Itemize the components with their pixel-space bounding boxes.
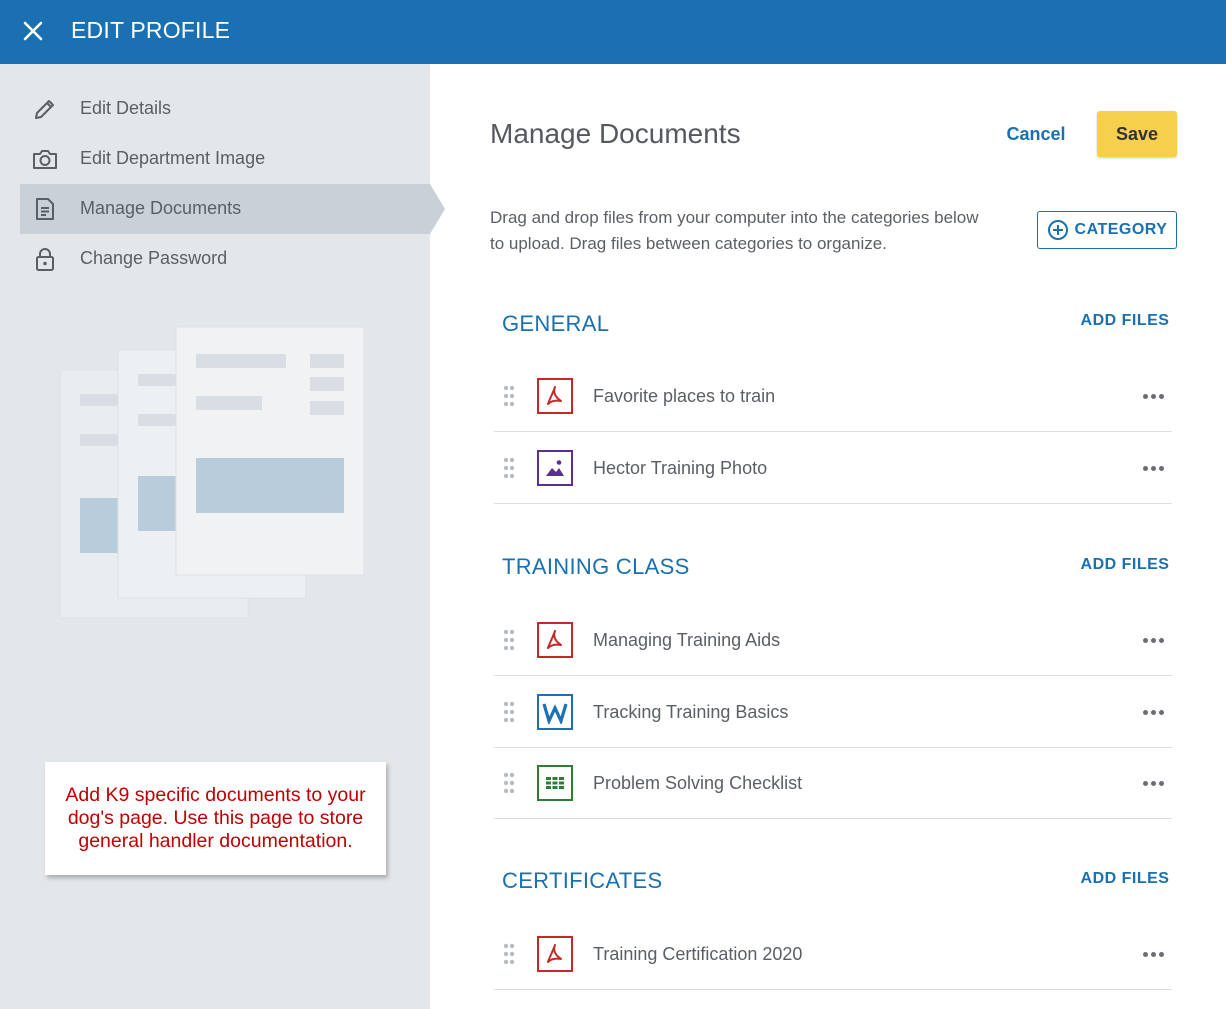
file-name[interactable]: Hector Training Photo: [593, 458, 767, 479]
file-name[interactable]: Tracking Training Basics: [593, 702, 788, 723]
pdf-file-icon: [537, 622, 573, 658]
sidebar-item-edit-details[interactable]: Edit Details: [20, 84, 430, 134]
file-row[interactable]: Problem Solving Checklist: [494, 748, 1172, 819]
instructions-text: Drag and drop files from your computer i…: [490, 208, 979, 253]
add-files-button-training-class[interactable]: ADD FILES: [1070, 556, 1180, 574]
plus-circle-icon: [1047, 219, 1069, 241]
camera-icon: [32, 146, 58, 172]
file-row[interactable]: Managing Training Aids: [494, 605, 1172, 676]
word-file-icon: [537, 694, 573, 730]
add-category-label: CATEGORY: [1074, 221, 1168, 238]
file-name[interactable]: Favorite places to train: [593, 386, 775, 407]
pdf-file-icon: [537, 378, 573, 414]
pdf-file-icon: [537, 936, 573, 972]
add-files-button-general[interactable]: ADD FILES: [1070, 312, 1180, 330]
file-row[interactable]: Tracking Training Basics: [494, 677, 1172, 748]
help-note: Add K9 specific documents to your dog's …: [45, 762, 386, 875]
add-files-button-certificates[interactable]: ADD FILES: [1070, 870, 1180, 888]
sidebar-item-label: Edit Department Image: [80, 148, 266, 168]
main-title: Manage Documents: [490, 118, 741, 149]
more-options-icon[interactable]: [1138, 456, 1168, 480]
file-row[interactable]: Training Certification 2020: [494, 919, 1172, 990]
document-icon: [32, 196, 58, 222]
lock-icon: [32, 246, 58, 272]
sidebar-item-label: Manage Documents: [80, 198, 242, 218]
file-row[interactable]: Favorite places to train: [494, 361, 1172, 432]
page-title: EDIT PROFILE: [71, 17, 231, 43]
file-row[interactable]: Hector Training Photo: [494, 433, 1172, 504]
top-bar: EDIT PROFILE: [0, 0, 1226, 64]
file-name[interactable]: Training Certification 2020: [593, 944, 802, 965]
documents-illustration: [59, 326, 365, 619]
file-name[interactable]: Problem Solving Checklist: [593, 773, 802, 794]
drag-handle-icon[interactable]: [503, 457, 515, 479]
sidebar-item-change-password[interactable]: Change Password: [20, 234, 430, 284]
drag-handle-icon[interactable]: [503, 385, 515, 407]
section-title-training-class: TRAINING CLASS: [502, 554, 690, 579]
sidebar-item-label: Edit Details: [80, 98, 172, 118]
active-indicator: [430, 184, 445, 234]
spreadsheet-file-icon: [537, 765, 573, 801]
sidebar-item-label: Change Password: [80, 248, 228, 268]
sidebar-item-edit-department-image[interactable]: Edit Department Image: [20, 134, 430, 184]
more-options-icon[interactable]: [1138, 771, 1168, 795]
help-note-text: Add K9 specific documents to your dog's …: [65, 784, 366, 852]
sidebar-item-manage-documents[interactable]: Manage Documents: [20, 184, 445, 234]
more-options-icon[interactable]: [1138, 384, 1168, 408]
pencil-icon: [32, 96, 58, 122]
more-options-icon[interactable]: [1138, 700, 1168, 724]
drag-handle-icon[interactable]: [503, 629, 515, 651]
section-title-general: GENERAL: [502, 311, 610, 336]
drag-handle-icon[interactable]: [503, 943, 515, 965]
more-options-icon[interactable]: [1138, 942, 1168, 966]
save-button[interactable]: Save: [1097, 111, 1177, 157]
image-file-icon: [537, 450, 573, 486]
close-icon: [23, 21, 43, 41]
cancel-button[interactable]: Cancel: [990, 112, 1082, 156]
drag-handle-icon[interactable]: [503, 701, 515, 723]
drag-handle-icon[interactable]: [503, 772, 515, 794]
more-options-icon[interactable]: [1138, 628, 1168, 652]
close-button[interactable]: [18, 16, 48, 46]
section-title-certificates: CERTIFICATES: [502, 868, 663, 893]
add-category-button[interactable]: CATEGORY: [1037, 211, 1177, 249]
file-name[interactable]: Managing Training Aids: [593, 630, 780, 651]
